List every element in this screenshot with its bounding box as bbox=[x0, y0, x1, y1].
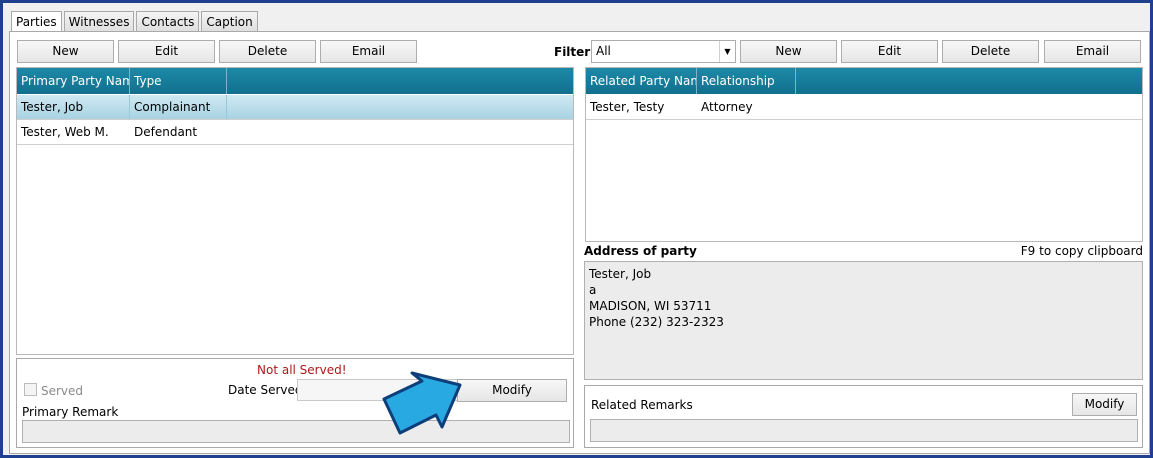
column-header-related-party-name[interactable]: Related Party Name bbox=[586, 68, 697, 94]
primary-remark-field[interactable] bbox=[22, 420, 570, 443]
copy-clipboard-hint: F9 to copy clipboard bbox=[1020, 244, 1143, 258]
related-remarks-label: Related Remarks bbox=[591, 398, 693, 412]
filter-value: All bbox=[596, 44, 611, 58]
related-remarks-panel: Related Remarks Modify bbox=[584, 385, 1143, 448]
arrow-pointer-icon bbox=[382, 371, 462, 435]
tab-contacts[interactable]: Contacts bbox=[136, 11, 200, 32]
delete-party-button[interactable]: Delete bbox=[219, 40, 316, 63]
date-served-label: Date Served bbox=[228, 383, 303, 397]
email-party-button[interactable]: Email bbox=[320, 40, 417, 63]
primary-grid-header: Primary Party Name Type bbox=[17, 68, 573, 94]
table-row[interactable]: Tester, Testy Attorney bbox=[586, 95, 1142, 120]
modify-primary-button[interactable]: Modify bbox=[457, 379, 567, 402]
relationship-cell: Attorney bbox=[701, 100, 753, 114]
primary-remark-label: Primary Remark bbox=[22, 405, 119, 419]
address-line: Phone (232) 323-2323 bbox=[589, 315, 724, 329]
modify-related-button[interactable]: Modify bbox=[1072, 393, 1137, 416]
service-panel: Not all Served! Served Date Served Modif… bbox=[16, 358, 574, 448]
address-box: Tester, Job a MADISON, WI 53711 Phone (2… bbox=[584, 261, 1143, 380]
served-label: Served bbox=[41, 384, 84, 398]
chevron-down-icon[interactable]: ▼ bbox=[719, 41, 735, 62]
address-line: MADISON, WI 53711 bbox=[589, 299, 712, 313]
party-type-cell: Defendant bbox=[134, 125, 198, 139]
service-status: Not all Served! bbox=[257, 363, 347, 377]
parties-panel: New Edit Delete Email Filter: All ▼ New … bbox=[9, 31, 1150, 454]
delete-related-button[interactable]: Delete bbox=[942, 40, 1039, 63]
party-name-cell: Tester, Job bbox=[17, 95, 130, 119]
column-header-type[interactable]: Type bbox=[130, 68, 227, 94]
related-remarks-field[interactable] bbox=[590, 419, 1138, 442]
party-name-cell: Tester, Web M. bbox=[21, 125, 109, 139]
related-party-grid: Related Party Name Relationship Tester, … bbox=[585, 67, 1143, 242]
column-header-relationship[interactable]: Relationship bbox=[697, 68, 796, 94]
new-party-button[interactable]: New bbox=[17, 40, 114, 63]
party-type-cell: Complainant bbox=[130, 95, 227, 119]
tab-caption[interactable]: Caption bbox=[201, 11, 258, 32]
new-related-button[interactable]: New bbox=[740, 40, 837, 63]
email-related-button[interactable]: Email bbox=[1044, 40, 1141, 63]
primary-party-grid: Primary Party Name Type Tester, Job Comp… bbox=[16, 67, 574, 355]
edit-related-button[interactable]: Edit bbox=[841, 40, 938, 63]
filter-select[interactable]: All ▼ bbox=[591, 40, 736, 63]
address-line: Tester, Job bbox=[589, 267, 652, 281]
tab-parties[interactable]: Parties bbox=[11, 11, 62, 33]
tab-witnesses[interactable]: Witnesses bbox=[63, 11, 135, 32]
address-line: a bbox=[589, 283, 597, 297]
address-title: Address of party bbox=[584, 244, 697, 258]
column-header-primary-party-name[interactable]: Primary Party Name bbox=[17, 68, 130, 94]
related-grid-header: Related Party Name Relationship bbox=[586, 68, 1142, 94]
window-frame: Parties Witnesses Contacts Caption New E… bbox=[0, 0, 1153, 458]
table-row[interactable]: Tester, Job Complainant bbox=[17, 95, 573, 120]
table-row[interactable]: Tester, Web M. Defendant bbox=[17, 120, 573, 145]
served-checkbox[interactable] bbox=[24, 383, 37, 396]
filter-label: Filter: bbox=[554, 45, 596, 59]
tab-strip: Parties Witnesses Contacts Caption bbox=[11, 11, 260, 33]
related-name-cell: Tester, Testy bbox=[590, 100, 665, 114]
edit-party-button[interactable]: Edit bbox=[118, 40, 215, 63]
